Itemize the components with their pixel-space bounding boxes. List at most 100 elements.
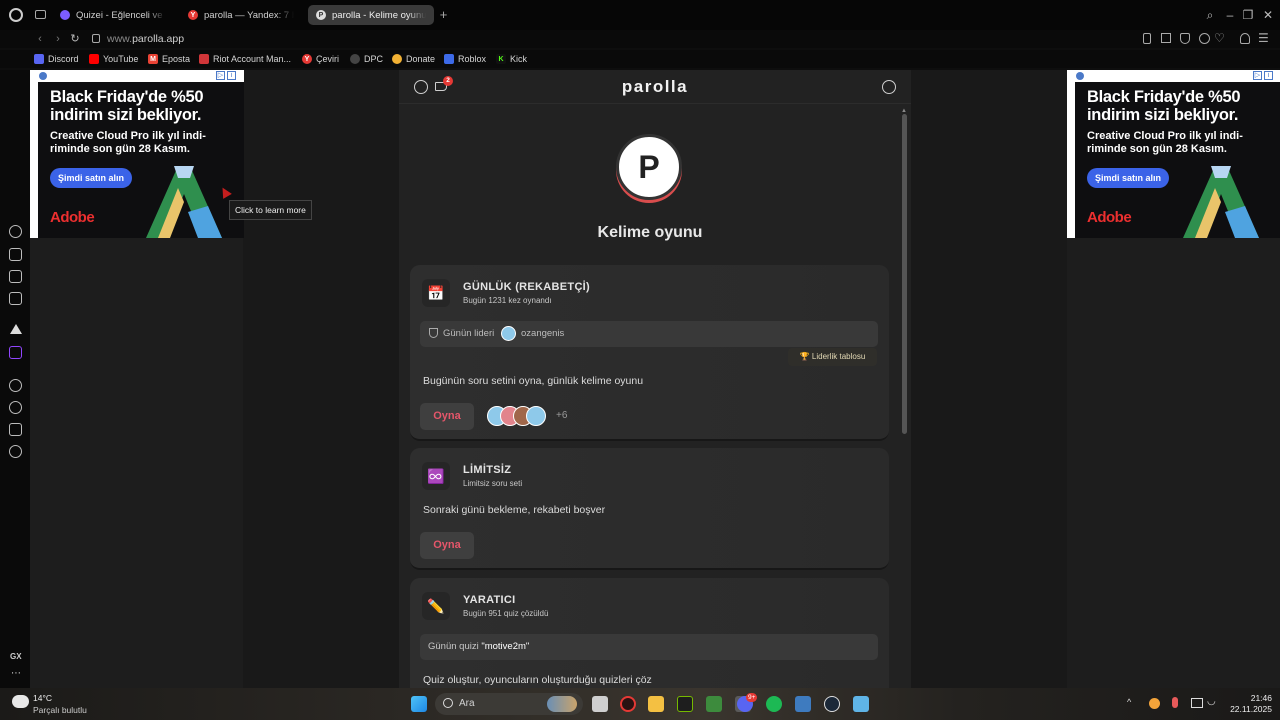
bookmark-dpc[interactable]: DPC (350, 52, 383, 66)
display-icon[interactable] (1191, 698, 1203, 708)
ad-buy-button[interactable]: Şimdi satın alın (50, 168, 132, 188)
search-highlight-icon (547, 696, 577, 712)
trophy-icon (429, 328, 438, 338)
screenshot-icon[interactable] (1199, 33, 1210, 44)
roblox-icon (444, 54, 454, 64)
gx-label[interactable]: GX (10, 652, 22, 661)
bookmark-roblox[interactable]: Roblox (444, 52, 486, 66)
ad-headline: Black Friday'de %50 indirim sizi bekliyo… (1087, 88, 1241, 124)
task-view-icon[interactable] (592, 696, 608, 712)
twitch-icon[interactable] (9, 346, 22, 359)
ad-body: Creative Cloud Pro ilk yıl indi-riminde … (1087, 130, 1243, 155)
quizei-favicon-icon (60, 10, 70, 20)
quiz-of-the-day-row[interactable]: Günün quizi "motive2m" (420, 634, 878, 660)
creative-subtitle: Bugün 951 quiz çözüldü (463, 609, 549, 618)
adchoices-icon[interactable] (39, 72, 47, 80)
daily-play-button[interactable]: Oyna (420, 403, 474, 430)
quiz-name[interactable]: "motive2m" (481, 641, 529, 652)
ad-info-icon[interactable]: i (1264, 71, 1273, 80)
search-tabs-icon[interactable]: ⌕ (1202, 7, 1218, 23)
tab-yandex[interactable]: Y parolla — Yandex: 7 bin sonuç (180, 5, 302, 25)
easy-setup-icon[interactable]: ☰ (1258, 31, 1269, 45)
workspaces-icon[interactable] (35, 10, 46, 19)
scrollbar-thumb[interactable] (902, 114, 907, 434)
ad-buy-button[interactable]: Şimdi satın alın (1087, 168, 1169, 188)
opera-logo-icon[interactable] (9, 8, 23, 22)
file-explorer-icon[interactable] (648, 696, 664, 712)
minimize-button[interactable]: – (1222, 7, 1238, 23)
url-field[interactable]: www.parolla.app (107, 31, 184, 47)
ad-info-icon[interactable]: i (227, 71, 236, 80)
opera-gx-taskbar-icon[interactable] (620, 696, 636, 712)
page-title: Kelime oyunu (597, 224, 703, 241)
parolla-favicon-icon: P (316, 10, 326, 20)
creative-description: Quiz oluştur, oyuncuların oluşturduğu qu… (423, 674, 652, 686)
adchoices-icon[interactable] (1076, 72, 1084, 80)
profile-icon[interactable] (1240, 33, 1250, 44)
bookmark-discord[interactable]: Discord (34, 52, 79, 66)
gx-cleaner-icon[interactable] (9, 270, 22, 283)
spotify-icon[interactable] (766, 696, 782, 712)
tray-app-icon[interactable] (1149, 698, 1160, 709)
unlimited-play-button[interactable]: Oyna (420, 532, 474, 559)
app-logo[interactable]: parolla (399, 77, 911, 97)
settings-gear-icon[interactable] (9, 445, 22, 458)
ad-banner-right[interactable]: ▷ i Black Friday'de %50 indirim sizi bek… (1067, 70, 1280, 238)
maximize-button[interactable]: ❐ (1240, 7, 1256, 23)
steam-icon[interactable] (824, 696, 840, 712)
player-icon[interactable] (9, 379, 22, 392)
user-account-icon[interactable] (882, 80, 896, 94)
history-icon[interactable] (9, 401, 22, 414)
bookmark-eposta[interactable]: M Eposta (148, 52, 190, 66)
aria-icon[interactable] (10, 324, 22, 334)
ad-banner-left[interactable]: ▷ i Black Friday'de %50 indirim sizi bek… (30, 70, 244, 238)
windows-start-icon[interactable] (411, 696, 427, 712)
heart-icon[interactable]: ♡ (1214, 31, 1225, 45)
unlimited-game-card[interactable]: ♾️ LİMİTSİZ Limitsiz soru seti Sonraki g… (410, 448, 889, 570)
tab-parolla[interactable]: P parolla - Kelime oyunu. Günlük (308, 5, 434, 25)
daily-leader-row[interactable]: Günün lideri ozangenis (420, 321, 878, 347)
pin-icon[interactable] (1143, 33, 1151, 44)
app-green-icon[interactable] (706, 696, 722, 712)
back-button[interactable]: ‹ (33, 31, 47, 47)
new-tab-button[interactable]: + (437, 8, 450, 21)
daily-game-card[interactable]: 📅 GÜNLÜK (REKABETÇİ) Bugün 1231 kez oyna… (410, 265, 889, 441)
app-blue-icon[interactable] (795, 696, 811, 712)
bookmark-ceviri[interactable]: Y Çeviri (302, 52, 339, 66)
gx-control-icon[interactable] (9, 248, 22, 261)
bookmark-donate[interactable]: Donate (392, 52, 435, 66)
close-window-button[interactable]: ✕ (1260, 7, 1276, 23)
forward-button[interactable]: › (51, 31, 65, 47)
bookmark-riot[interactable]: Riot Account Man... (199, 52, 291, 66)
microphone-icon[interactable] (1172, 697, 1178, 708)
taskbar-search[interactable]: Ara (435, 693, 583, 715)
bookmark-youtube[interactable]: YouTube (89, 52, 138, 66)
network-icon[interactable]: ◡ (1207, 696, 1216, 707)
taskbar-clock[interactable]: 21:46 22.11.2025 (1222, 693, 1272, 715)
avatar (526, 406, 546, 426)
app-header: 2 parolla (399, 70, 911, 104)
bookmarks-bar: Discord YouTube M Eposta Riot Account Man… (0, 50, 1280, 68)
creative-game-card[interactable]: ✏️ YARATICI Bugün 951 quiz çözüldü Günün… (410, 578, 889, 688)
vpn-shield-icon[interactable] (1180, 33, 1190, 44)
snapshot-icon[interactable] (1161, 33, 1171, 43)
tab-quizei[interactable]: Quizei - Eğlenceli ve etkileşimli (52, 5, 174, 25)
nvidia-icon[interactable] (677, 696, 693, 712)
more-icon[interactable]: ⋯ (11, 668, 21, 679)
leader-name[interactable]: ozangenis (521, 328, 564, 339)
leader-avatar (501, 326, 516, 341)
reload-button[interactable]: ↻ (68, 31, 82, 47)
unlimited-subtitle: Limitsiz soru seti (463, 479, 523, 488)
ad-close-icon[interactable]: ▷ (1253, 71, 1262, 80)
messenger-icon[interactable] (9, 292, 22, 305)
right-gutter (911, 70, 1067, 688)
notepad-icon[interactable] (853, 696, 869, 712)
leaderboard-button[interactable]: 🏆 Liderlik tablosu (788, 348, 877, 366)
speed-dial-icon[interactable] (9, 225, 22, 238)
tray-chevron-icon[interactable]: ^ (1127, 697, 1131, 707)
extensions-icon[interactable] (9, 423, 22, 436)
ad-close-icon[interactable]: ▷ (216, 71, 225, 80)
bookmark-kick[interactable]: K Kick (496, 52, 527, 66)
lock-icon (92, 34, 100, 43)
adobe-logo: Adobe (1087, 209, 1132, 226)
